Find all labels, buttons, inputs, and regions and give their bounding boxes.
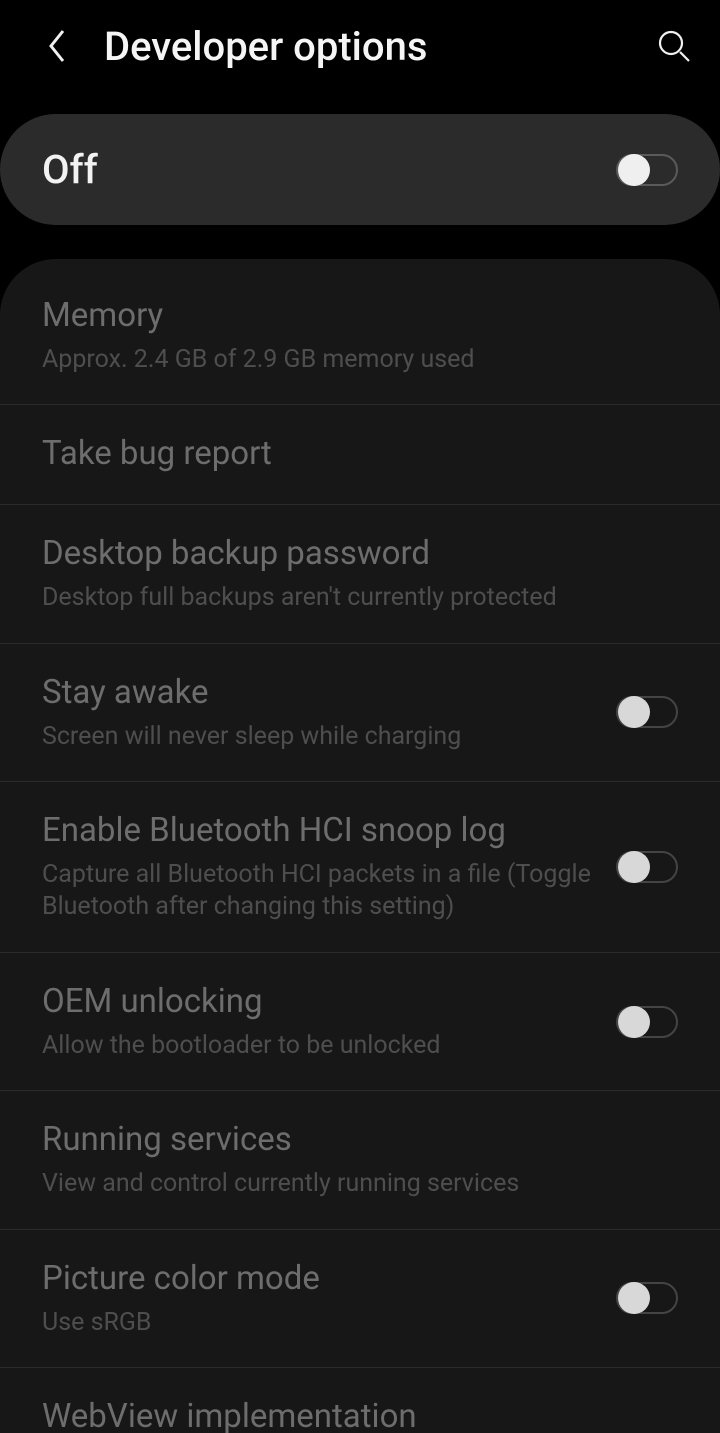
row-desktop-backup-password[interactable]: Desktop backup password Desktop full bac… <box>0 505 720 643</box>
row-title: Desktop backup password <box>42 533 662 576</box>
row-title: WebView implementation <box>42 1396 662 1433</box>
row-stay-awake[interactable]: Stay awake Screen will never sleep while… <box>0 644 720 782</box>
row-running-services[interactable]: Running services View and control curren… <box>0 1091 720 1229</box>
row-picture-color-mode[interactable]: Picture color mode Use sRGB <box>0 1230 720 1368</box>
search-icon <box>656 28 692 64</box>
row-bluetooth-hci-snoop[interactable]: Enable Bluetooth HCI snoop log Capture a… <box>0 782 720 953</box>
row-title: Picture color mode <box>42 1258 600 1301</box>
settings-panel: Memory Approx. 2.4 GB of 2.9 GB memory u… <box>0 259 720 1433</box>
row-sub: Screen will never sleep while charging <box>42 721 600 754</box>
row-text: Picture color mode Use sRGB <box>42 1258 616 1339</box>
row-title: OEM unlocking <box>42 981 600 1024</box>
row-text: OEM unlocking Allow the bootloader to be… <box>42 981 616 1062</box>
toggle-knob <box>618 154 650 186</box>
row-sub: Capture all Bluetooth HCI packets in a f… <box>42 859 600 924</box>
row-title: Enable Bluetooth HCI snoop log <box>42 810 600 853</box>
toggle-oem-unlocking[interactable] <box>616 1006 678 1038</box>
row-text: Running services View and control curren… <box>42 1119 678 1200</box>
row-sub: Use sRGB <box>42 1307 600 1340</box>
page-title: Developer options <box>104 23 652 70</box>
chevron-left-icon <box>47 29 67 63</box>
master-toggle-label: Off <box>42 146 616 193</box>
row-memory[interactable]: Memory Approx. 2.4 GB of 2.9 GB memory u… <box>0 267 720 405</box>
back-button[interactable] <box>36 25 78 67</box>
toggle-bluetooth-hci-snoop[interactable] <box>616 851 678 883</box>
row-sub: Approx. 2.4 GB of 2.9 GB memory used <box>42 344 662 377</box>
row-text: Memory Approx. 2.4 GB of 2.9 GB memory u… <box>42 295 678 376</box>
row-sub: Desktop full backups aren't currently pr… <box>42 582 662 615</box>
toggle-picture-color-mode[interactable] <box>616 1282 678 1314</box>
toggle-knob <box>618 696 650 728</box>
row-title: Stay awake <box>42 672 600 715</box>
master-toggle[interactable] <box>616 154 678 186</box>
toggle-stay-awake[interactable] <box>616 696 678 728</box>
row-sub: Allow the bootloader to be unlocked <box>42 1030 600 1063</box>
header-bar: Developer options <box>0 0 720 92</box>
row-text: Desktop backup password Desktop full bac… <box>42 533 678 614</box>
row-text: WebView implementation Chrome <box>42 1396 678 1433</box>
row-title: Take bug report <box>42 433 662 476</box>
toggle-knob <box>618 1006 650 1038</box>
master-toggle-card[interactable]: Off <box>0 114 720 225</box>
row-take-bug-report[interactable]: Take bug report <box>0 405 720 505</box>
row-sub: View and control currently running servi… <box>42 1168 662 1201</box>
row-text: Stay awake Screen will never sleep while… <box>42 672 616 753</box>
row-oem-unlocking[interactable]: OEM unlocking Allow the bootloader to be… <box>0 953 720 1091</box>
row-text: Take bug report <box>42 433 678 476</box>
row-title: Memory <box>42 295 662 338</box>
search-button[interactable] <box>652 24 696 68</box>
toggle-knob <box>618 1282 650 1314</box>
row-text: Enable Bluetooth HCI snoop log Capture a… <box>42 810 616 924</box>
row-webview-implementation[interactable]: WebView implementation Chrome <box>0 1368 720 1433</box>
toggle-knob <box>618 851 650 883</box>
row-title: Running services <box>42 1119 662 1162</box>
